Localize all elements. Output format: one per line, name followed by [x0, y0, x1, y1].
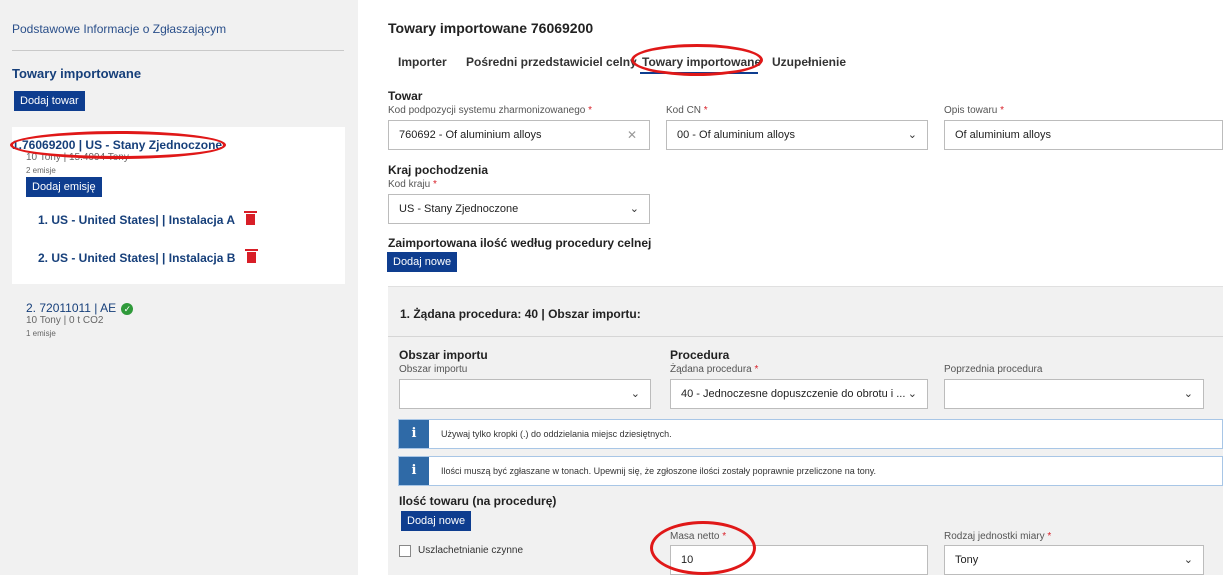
tab-importer[interactable]: Importer — [398, 55, 447, 69]
inward-processing-label: Uszlachetnianie czynne — [418, 545, 524, 556]
annotation-oval-net-mass — [650, 521, 756, 575]
country-code-select[interactable]: US - Stany Zjednoczone ⌄ — [388, 194, 650, 224]
chevron-down-icon: ⌄ — [630, 388, 640, 400]
country-code-value: US - Stany Zjednoczone — [399, 203, 519, 215]
page-title: Towary importowane 76069200 — [388, 20, 594, 36]
goods-item-2-title[interactable]: 2. 72011011 | AE ✓ — [26, 301, 134, 315]
hs-code-label: Kod podpozycji systemu zharmonizowanego … — [388, 105, 592, 116]
applicant-info-link[interactable]: Podstawowe Informacje o Zgłaszającym — [12, 22, 226, 36]
required-mark: * — [703, 105, 708, 116]
add-emission-button[interactable]: Dodaj emisję — [26, 177, 102, 197]
divider — [388, 336, 1223, 337]
emission-item-2[interactable]: 2. US - United States| | Instalacja B — [38, 249, 258, 265]
cn-code-select[interactable]: 00 - Of aluminium alloys ⌄ — [666, 120, 928, 150]
tab-supplement[interactable]: Uzupełnienie — [772, 55, 846, 69]
requested-procedure-label-text: Żądana procedura — [670, 364, 752, 375]
info-tonnes-text: Ilości muszą być zgłaszane w tonach. Upe… — [441, 466, 877, 476]
annotation-oval-tab — [631, 44, 763, 76]
procedure-panel-header[interactable]: 1. Żądana procedura: 40 | Obszar importu… — [400, 307, 641, 321]
hs-code-value: 760692 - Of aluminium alloys — [399, 129, 542, 141]
trash-icon[interactable] — [243, 211, 257, 225]
sidebar: Podstawowe Informacje o Zgłaszającym Tow… — [0, 0, 358, 575]
required-mark: * — [1000, 105, 1005, 116]
customs-quantity-title: Zaimportowana ilość według procedury cel… — [388, 236, 652, 250]
info-icon: i — [399, 420, 429, 448]
add-new-procedure-button[interactable]: Dodaj nowe — [387, 252, 458, 272]
requested-procedure-select[interactable]: 40 - Jednoczesne dopuszczenie do obrotu … — [670, 379, 928, 409]
annotation-oval-goods-item — [10, 131, 226, 159]
divider — [12, 50, 344, 51]
chevron-down-icon: ⌄ — [907, 388, 917, 400]
check-circle-icon: ✓ — [121, 303, 134, 315]
add-goods-button[interactable]: Dodaj towar — [14, 91, 85, 111]
origin-section-title: Kraj pochodzenia — [388, 163, 489, 177]
required-mark: * — [1047, 531, 1052, 542]
chevron-down-icon: ⌄ — [907, 129, 917, 141]
goods-description-input[interactable]: Of aluminium alloys — [944, 120, 1223, 150]
emission-item-2-label: 2. US - United States| | Instalacja B — [38, 251, 236, 265]
hs-code-select[interactable]: 760692 - Of aluminium alloys ✕ — [388, 120, 650, 150]
goods-item-2-title-text: 2. 72011011 | AE — [26, 301, 117, 315]
country-code-label-text: Kod kraju — [388, 179, 431, 190]
requested-procedure-label: Żądana procedura * — [670, 364, 758, 375]
goods-description-label: Opis towaru * — [944, 105, 1004, 116]
chevron-down-icon: ⌄ — [629, 203, 639, 215]
requested-procedure-value: 40 - Jednoczesne dopuszczenie do obrotu … — [681, 388, 906, 400]
tab-indirect-representative[interactable]: Pośredni przedstawiciel celny — [466, 55, 637, 69]
cn-code-label-text: Kod CN — [666, 105, 702, 116]
import-area-label: Obszar importu — [399, 364, 468, 375]
goods-item-2-summary: 10 Tony | 0 t CO2 — [26, 315, 104, 326]
emission-item-1-label: 1. US - United States| | Instalacja A — [38, 213, 235, 227]
info-decimal-separator: i Używaj tylko kropki (.) do oddzielania… — [398, 419, 1223, 449]
info-decimal-text: Używaj tylko kropki (.) do oddzielania m… — [441, 429, 672, 439]
sidebar-section-title: Towary importowane — [12, 66, 142, 81]
info-icon: i — [399, 457, 429, 485]
goods-section-title: Towar — [388, 89, 423, 103]
country-code-label: Kod kraju * — [388, 179, 437, 190]
inward-processing-checkbox[interactable] — [399, 545, 411, 557]
chevron-down-icon: ⌄ — [1183, 554, 1193, 566]
goods-item-1-emissions-count: 2 emisje — [26, 166, 56, 175]
emission-item-1[interactable]: 1. US - United States| | Instalacja A — [38, 211, 257, 227]
cn-code-value: 00 - Of aluminium alloys — [677, 129, 795, 141]
unit-of-measure-select[interactable]: Tony ⌄ — [944, 545, 1204, 575]
hs-code-label-text: Kod podpozycji systemu zharmonizowanego — [388, 105, 586, 116]
add-new-quantity-button[interactable]: Dodaj nowe — [401, 511, 472, 531]
goods-item-2-emissions-count: 1 emisje — [26, 329, 56, 338]
procedure-title: Procedura — [670, 348, 730, 362]
previous-procedure-label: Poprzednia procedura — [944, 364, 1043, 375]
close-icon[interactable]: ✕ — [627, 121, 637, 149]
info-tonnes: i Ilości muszą być zgłaszane w tonach. U… — [398, 456, 1223, 486]
import-area-title: Obszar importu — [399, 348, 488, 362]
previous-procedure-select[interactable]: ⌄ — [944, 379, 1204, 409]
import-area-select[interactable]: ⌄ — [399, 379, 651, 409]
required-mark: * — [433, 179, 437, 190]
cn-code-label: Kod CN * — [666, 105, 708, 116]
quantity-per-procedure-title: Ilość towaru (na procedurę) — [399, 494, 557, 508]
required-mark: * — [588, 105, 593, 116]
trash-icon[interactable] — [244, 249, 258, 263]
unit-of-measure-value: Tony — [955, 554, 979, 566]
goods-description-label-text: Opis towaru — [944, 105, 998, 116]
required-mark: * — [754, 364, 759, 375]
chevron-down-icon: ⌄ — [1183, 388, 1193, 400]
unit-of-measure-label: Rodzaj jednostki miary * — [944, 531, 1051, 542]
unit-of-measure-label-text: Rodzaj jednostki miary — [944, 531, 1045, 542]
